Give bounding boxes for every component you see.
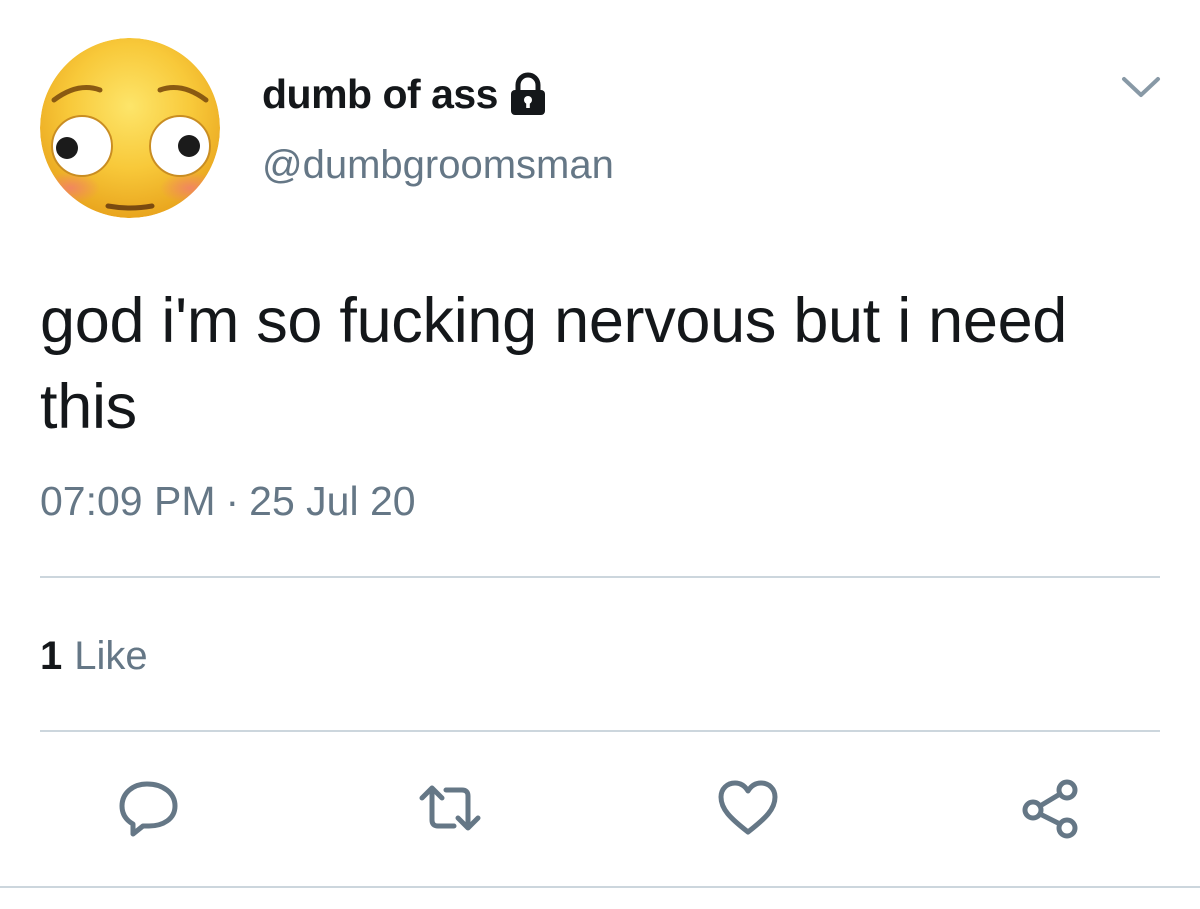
display-name-row[interactable]: dumb of ass <box>262 66 548 122</box>
chevron-down-icon <box>1122 77 1160 97</box>
retweet-button[interactable] <box>412 770 488 846</box>
divider <box>40 576 1160 578</box>
tweet-time[interactable]: 07:09 PM <box>40 478 216 525</box>
heart-icon <box>718 780 778 835</box>
lock-icon <box>508 71 548 117</box>
like-button[interactable] <box>710 770 786 846</box>
retweet-icon <box>419 785 481 831</box>
tweet-card: dumb of ass @dumbgroomsman god i'm so fu… <box>0 0 1200 909</box>
reply-icon <box>119 781 178 837</box>
share-button[interactable] <box>1012 770 1088 846</box>
tweet-date[interactable]: 25 Jul 20 <box>249 478 415 525</box>
flushed-face-emoji-icon <box>40 38 220 218</box>
divider <box>40 730 1160 732</box>
tweet-text: god i'm so fucking nervous but i need th… <box>40 286 1068 442</box>
share-icon <box>1022 779 1078 839</box>
avatar[interactable] <box>40 38 220 218</box>
likes-stat[interactable]: 1 Like <box>40 634 148 679</box>
tweet-timestamp[interactable]: 07:09 PM · 25 Jul 20 <box>40 478 416 525</box>
tweet-options-caret-button[interactable] <box>1118 70 1164 104</box>
divider <box>0 886 1200 888</box>
timestamp-separator: · <box>225 478 240 524</box>
user-handle[interactable]: @dumbgroomsman <box>262 143 614 188</box>
reply-button[interactable] <box>111 770 187 846</box>
display-name[interactable]: dumb of ass <box>262 71 498 118</box>
likes-count: 1 <box>40 634 63 678</box>
likes-label: Like <box>74 634 148 678</box>
